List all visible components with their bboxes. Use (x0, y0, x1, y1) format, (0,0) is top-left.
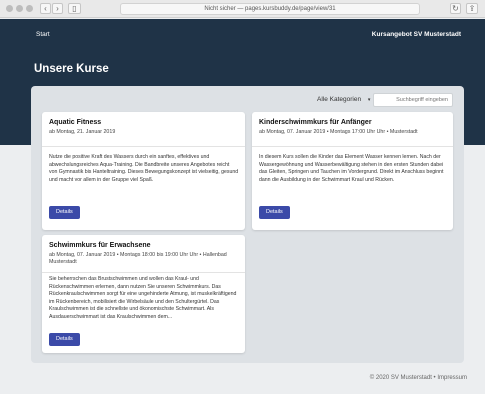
browser-window: ‹ › ▯ Nicht sicher — pages.kursbuddy.de/… (0, 0, 485, 394)
title-bar: ‹ › ▯ Nicht sicher — pages.kursbuddy.de/… (0, 0, 485, 18)
course-panel: Alle Kategorien ▾ Aquatic Fitness ab Mon… (31, 86, 464, 363)
course-description: Nutze die positive Kraft des Wassers dur… (49, 154, 239, 183)
course-title: Kinderschwimmkurs für Anfänger (259, 119, 372, 126)
maximize-window-icon[interactable] (26, 5, 33, 12)
course-description: In diesem Kurs sollen die Kinder das Ele… (259, 154, 444, 183)
chevron-down-icon: ▾ (367, 97, 371, 103)
card-divider (252, 146, 453, 147)
course-meta: ab Montag, 07. Januar 2019 • Montags 17:… (259, 129, 418, 135)
course-title: Aquatic Fitness (49, 119, 102, 126)
course-description: Sie beherrschen das Brustschwimmen und w… (49, 276, 237, 320)
nav-brand-link[interactable]: Kursangebot SV Musterstadt (372, 31, 461, 38)
forward-icon[interactable]: › (52, 3, 63, 14)
course-card-kinderschwimmkurs: Kinderschwimmkurs für Anfänger ab Montag… (252, 112, 453, 230)
details-button[interactable]: Details (259, 206, 290, 219)
card-divider (42, 272, 245, 273)
close-window-icon[interactable] (6, 5, 13, 12)
course-meta: ab Montag, 21. Januar 2019 (49, 129, 116, 135)
sidebar-icon[interactable]: ▯ (68, 3, 81, 14)
search-input[interactable] (373, 93, 453, 107)
minimize-window-icon[interactable] (16, 5, 23, 12)
course-card-aquatic-fitness: Aquatic Fitness ab Montag, 21. Januar 20… (42, 112, 245, 230)
category-select[interactable]: Alle Kategorien ▾ (317, 96, 370, 103)
details-button[interactable]: Details (49, 333, 80, 346)
address-bar[interactable]: Nicht sicher — pages.kursbuddy.de/page/v… (120, 3, 420, 15)
course-title: Schwimmkurs für Erwachsene (49, 242, 151, 249)
back-icon[interactable]: ‹ (40, 3, 51, 14)
footer: © 2020 SV Musterstadt • Impressum (369, 375, 467, 381)
category-select-label: Alle Kategorien (317, 96, 362, 103)
course-meta: ab Montag, 07. Januar 2019 • Montags 18:… (49, 252, 227, 265)
share-icon[interactable]: ⇪ (466, 3, 478, 14)
details-button[interactable]: Details (49, 206, 80, 219)
card-divider (42, 146, 245, 147)
page-title: Unsere Kurse (34, 63, 109, 75)
course-card-schwimmkurs-erwachsene: Schwimmkurs für Erwachsene ab Montag, 07… (42, 235, 245, 353)
reload-icon[interactable]: ↻ (450, 3, 461, 14)
nav-start-link[interactable]: Start (36, 31, 50, 38)
